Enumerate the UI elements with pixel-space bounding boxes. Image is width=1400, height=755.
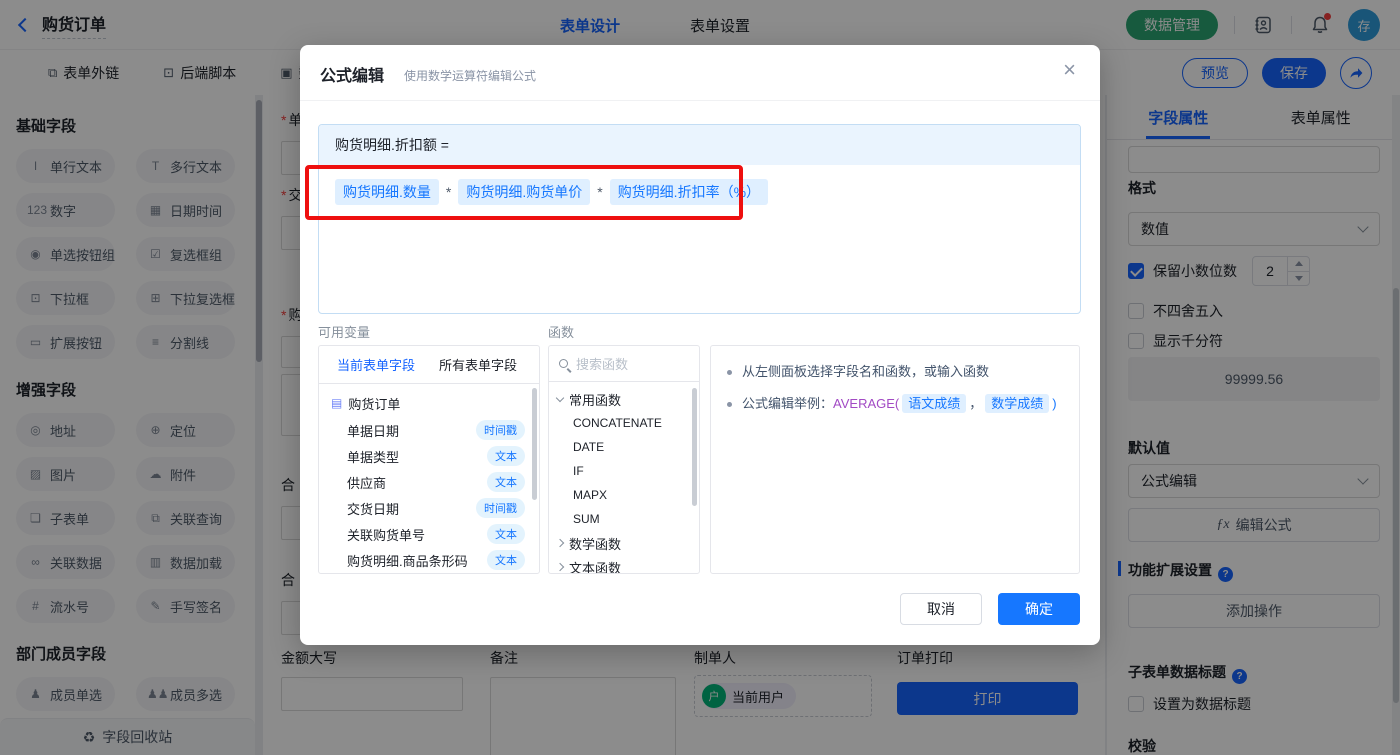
modal-subtitle: 使用数学运算符编辑公式 <box>404 69 537 83</box>
function-group-collapsed[interactable]: 文本函数 <box>549 555 699 574</box>
function-item[interactable]: SUM <box>549 507 699 531</box>
formula-field-token[interactable]: 购货明细.折扣率（%） <box>609 179 769 205</box>
search-placeholder: 搜索函数 <box>576 357 629 372</box>
formula-target: 购货明细.折扣额 = <box>319 125 1080 165</box>
formula-field-token[interactable]: 购货明细.购货单价 <box>458 179 591 205</box>
variables-scrollbar[interactable] <box>532 388 537 500</box>
variable-row[interactable]: 关联购货单号 文本 <box>319 521 539 547</box>
function-group-name: 数学函数 <box>569 536 622 552</box>
variable-type-badge: 时间戳 <box>476 498 525 518</box>
chevron-down-icon <box>555 393 565 402</box>
function-item[interactable]: MAPX <box>549 483 699 507</box>
tab-all-form-fields[interactable]: 所有表单字段 <box>439 355 517 374</box>
function-item[interactable]: IF <box>549 459 699 483</box>
function-item[interactable]: CONCATENATE <box>549 411 699 435</box>
variable-name: 供应商 <box>347 475 387 491</box>
variable-type-badge: 文本 <box>487 446 525 466</box>
example-arg1: 语文成绩 <box>902 394 967 413</box>
example-arg2: 数学成绩 <box>985 394 1050 413</box>
example-function: AVERAGE( <box>833 396 900 411</box>
bullet-icon <box>727 370 732 375</box>
hint-panel: 从左侧面板选择字段名和函数，或输入函数 公式编辑举例：AVERAGE(语文成绩，… <box>710 345 1080 574</box>
variables-panel: 当前表单字段 所有表单字段 ▤ 购货订单 单据日期 时间戳 单据类型 文本 供应商 文本交… <box>318 345 540 574</box>
variable-name: 单据日期 <box>347 423 400 439</box>
close-icon[interactable]: × <box>1063 59 1076 81</box>
modal-title: 公式编辑 <box>320 68 385 85</box>
tree-root[interactable]: ▤ 购货订单 <box>319 389 539 417</box>
formula-editor-modal: 公式编辑 使用数学运算符编辑公式 × 购货明细.折扣额 = 购货明细.数量 * 购货… <box>300 45 1100 645</box>
variable-row[interactable]: 购货明细.商品条形码 文本 <box>319 547 539 573</box>
form-doc-icon: ▤ <box>331 396 343 410</box>
search-icon <box>559 359 568 368</box>
formula-field-token[interactable]: 购货明细.数量 <box>335 179 439 205</box>
variable-type-badge: 时间戳 <box>476 420 525 440</box>
functions-panel: 搜索函数 常用函数 CONCATENATE DATE IF MAPX SUM 数学函数文本函… <box>548 345 700 574</box>
formula-expression[interactable]: 购货明细.数量 * 购货明细.购货单价 * 购货明细.折扣率（%） <box>319 165 1080 219</box>
variable-name: 关联购货单号 <box>347 527 426 543</box>
variable-name: 单据类型 <box>347 449 400 465</box>
variable-name: 购货明细.商品条形码 <box>347 553 468 569</box>
multiply-operator: * <box>597 184 603 200</box>
hint-line-2: 公式编辑举例：AVERAGE(语文成绩，数学成绩) <box>742 394 1057 413</box>
variable-type-badge: 文本 <box>487 550 525 570</box>
confirm-button[interactable]: 确定 <box>998 593 1080 625</box>
cancel-button[interactable]: 取消 <box>900 593 982 625</box>
bullet-icon <box>727 402 732 407</box>
function-item[interactable]: DATE <box>549 435 699 459</box>
variable-name: 交货日期 <box>347 501 400 517</box>
formula-editor[interactable]: 购货明细.折扣额 = 购货明细.数量 * 购货明细.购货单价 * 购货明细.折扣率（%） <box>318 124 1081 314</box>
variable-type-badge: 文本 <box>487 472 525 492</box>
variable-row[interactable]: 交货日期 时间戳 <box>319 495 539 521</box>
variable-row[interactable]: 供应商 文本 <box>319 469 539 495</box>
function-search-input[interactable]: 搜索函数 <box>549 346 699 382</box>
function-group-name: 常用函数 <box>569 392 622 408</box>
app-screen: 购货订单 表单设计 表单设置 数据管理 存 ⧉表单外链⊡后端脚本▣数据权 预览 … <box>0 0 1400 755</box>
tab-current-form-fields[interactable]: 当前表单字段 <box>337 355 415 374</box>
variable-row[interactable]: 单据类型 文本 <box>319 443 539 469</box>
hint-line-1: 从左侧面板选择字段名和函数，或输入函数 <box>742 364 990 379</box>
variables-label: 可用变量 <box>318 325 371 340</box>
function-group-collapsed[interactable]: 数学函数 <box>549 531 699 555</box>
functions-scrollbar[interactable] <box>692 388 697 506</box>
chevron-right-icon <box>555 562 565 572</box>
function-group-name: 文本函数 <box>569 560 622 574</box>
divider <box>300 100 1100 101</box>
variable-row[interactable]: 单据日期 时间戳 <box>319 417 539 443</box>
variable-type-badge: 文本 <box>487 524 525 544</box>
function-group-expanded[interactable]: 常用函数 <box>549 387 699 411</box>
functions-label: 函数 <box>548 325 575 340</box>
multiply-operator: * <box>445 184 452 200</box>
chevron-right-icon <box>555 538 565 548</box>
